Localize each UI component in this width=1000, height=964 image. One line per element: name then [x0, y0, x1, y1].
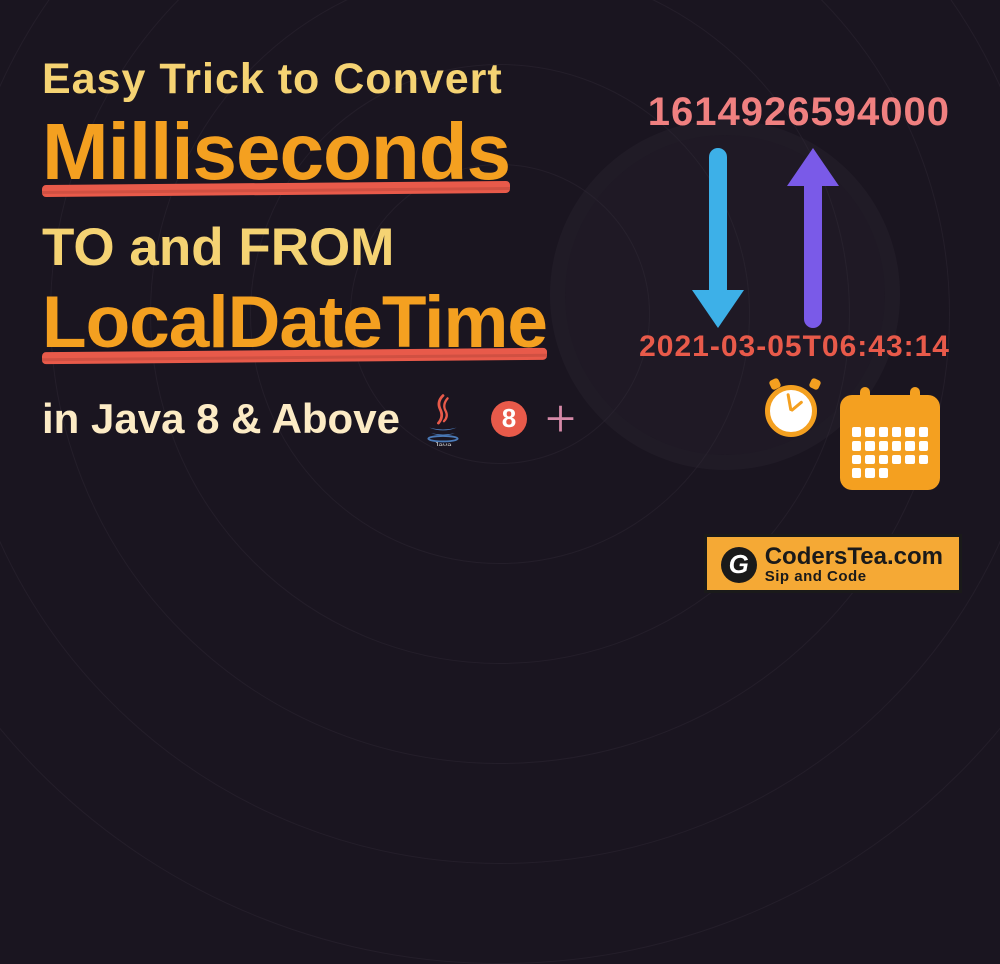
calendar-day [892, 441, 901, 451]
calendar-day [905, 455, 914, 465]
brand-badge: G CodersTea.com Sip and Code [704, 534, 962, 593]
title-line-3: TO and FROM [42, 217, 602, 278]
calendar-icon [840, 395, 940, 490]
calendar-day [852, 455, 861, 465]
calendar-day [852, 427, 861, 437]
calendar-day [865, 441, 874, 451]
title-line-5: in Java 8 & Above Java 8 + [42, 387, 602, 450]
brand-logo-icon: G [721, 547, 757, 583]
calendar-day [865, 468, 874, 478]
clock-hand [786, 393, 792, 411]
calendar-day [879, 468, 888, 478]
calendar-day [879, 441, 888, 451]
calendar-header [840, 395, 940, 419]
clock-face [765, 385, 817, 437]
title-line-4: LocalDateTime [42, 286, 547, 359]
calendar-grid [852, 427, 928, 478]
arrow-shaft [709, 148, 727, 298]
calendar-day [865, 427, 874, 437]
brand-text: CodersTea.com Sip and Code [765, 545, 943, 584]
title-block: Easy Trick to Convert Milliseconds TO an… [42, 55, 602, 450]
arrow-shaft [804, 178, 822, 328]
version-8-badge: 8 [491, 401, 527, 437]
arrow-head [692, 290, 744, 328]
arrow-head [787, 148, 839, 186]
calendar-day [852, 441, 861, 451]
arrow-up-icon [795, 148, 831, 328]
calendar-day [879, 427, 888, 437]
brand-name: CodersTea.com [765, 545, 943, 569]
calendar-day [919, 427, 928, 437]
calendar-day [919, 441, 928, 451]
brand-tagline: Sip and Code [765, 569, 943, 584]
calendar-day [905, 441, 914, 451]
title-line-1: Easy Trick to Convert [42, 55, 602, 104]
datetime-value: 2021-03-05T06:43:14 [639, 330, 950, 364]
arrow-down-icon [700, 148, 736, 328]
calendar-day [865, 455, 874, 465]
milliseconds-value: 1614926594000 [648, 90, 950, 135]
clock-icon [765, 385, 825, 445]
calendar-day [892, 455, 901, 465]
calendar-day [879, 455, 888, 465]
java-logo-icon: Java [418, 391, 473, 446]
title-line-2: Milliseconds [42, 112, 510, 192]
calendar-day [852, 468, 861, 478]
title-java-version: in Java 8 & Above [42, 395, 400, 443]
svg-text:Java: Java [434, 441, 452, 446]
calendar-day [919, 455, 928, 465]
calendar-day [905, 427, 914, 437]
plus-icon: + [545, 387, 576, 450]
calendar-day [892, 427, 901, 437]
